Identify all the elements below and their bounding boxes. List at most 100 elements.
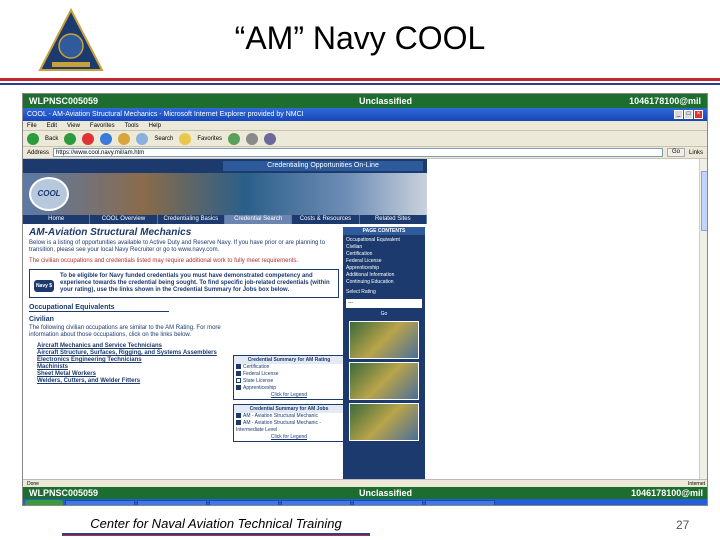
browser-toolbar: Back Search Favorites [23, 131, 707, 147]
minimize-button[interactable]: _ [674, 110, 683, 119]
nav-cool-overview[interactable]: COOL Overview [90, 215, 158, 224]
close-button[interactable]: × [694, 110, 703, 119]
page-contents-item[interactable]: Continuing Education [343, 279, 425, 286]
summary-row: AM - Aviation Structural Mechanic - Inte… [236, 420, 321, 433]
search-icon[interactable] [136, 132, 149, 145]
sailor-photo [349, 403, 419, 441]
page-contents-header: PAGE CONTENTS [343, 227, 425, 235]
nav-home[interactable]: Home [23, 215, 91, 224]
nav-credential-search[interactable]: Credential Search [224, 215, 293, 224]
home-icon[interactable] [118, 132, 131, 145]
summary-row: Certification [234, 364, 344, 371]
select-rating-label: Select Rating [346, 289, 376, 295]
classification-bar-bottom: WLPNSC005059 Unclassified 1046178100@mil [23, 487, 707, 499]
rating-go-button[interactable]: Go [343, 311, 425, 318]
site-banner-strip: Credentialing Opportunities On-Line [23, 159, 427, 173]
favorites-label[interactable]: Favorites [197, 136, 222, 142]
intro-paragraph: Below is a listing of opportunities avai… [29, 240, 326, 253]
rating-legend-link[interactable]: Click for Legend [234, 392, 344, 399]
site-nav-bar: Home COOL Overview Credentialing Basics … [23, 215, 427, 224]
scrollbar-thumb[interactable] [701, 171, 707, 231]
menu-file[interactable]: File [27, 123, 37, 129]
vertical-scrollbar[interactable] [699, 159, 707, 479]
cool-logo: COOL [29, 177, 69, 211]
mail-icon[interactable] [246, 132, 259, 145]
page-number: 27 [676, 518, 690, 532]
classification-user: 1046178100@mil [631, 488, 703, 498]
page-contents-sidebar: PAGE CONTENTS Occupational Equivalent Ci… [343, 227, 425, 479]
page-contents-item[interactable]: Occupational Equivalent [343, 237, 425, 244]
taskbar-item[interactable] [65, 499, 135, 505]
summary-row: Apprenticeship [234, 385, 344, 392]
occupational-equivalents-heading: Occupational Equivalents [29, 304, 169, 312]
page-contents-item[interactable]: Apprenticeship [343, 265, 425, 272]
jobs-summary-header: Credential Summary for AM Jobs [234, 405, 344, 413]
check-icon [236, 364, 241, 370]
status-zone: Internet [688, 480, 705, 487]
summary-row: State License [234, 378, 344, 385]
nav-credentialing-basics[interactable]: Credentialing Basics [158, 215, 225, 224]
status-text: Done [27, 480, 39, 487]
refresh-icon[interactable] [100, 132, 113, 145]
site-banner-photo [23, 173, 427, 215]
browser-title: COOL - AM-Aviation Structural Mechanics … [27, 111, 304, 118]
nav-costs-resources[interactable]: Costs & Resources [292, 215, 360, 224]
maximize-button[interactable]: □ [684, 110, 693, 119]
sailor-photo [349, 362, 419, 400]
taskbar-item[interactable] [137, 499, 207, 505]
taskbar-item[interactable] [209, 499, 279, 505]
summary-row: AM - Aviation Structural Mechanic [234, 413, 344, 420]
history-icon[interactable] [228, 132, 241, 145]
browser-menu-bar: File Edit View Favorites Tools Help [23, 121, 707, 131]
civilian-text: The following civilian occupations are s… [29, 325, 221, 338]
go-button[interactable]: Go [666, 148, 685, 157]
rating-summary-box: Credential Summary for AM Rating Certifi… [233, 355, 345, 400]
rating-summary-header: Credential Summary for AM Rating [234, 356, 344, 364]
credential-summaries: Credential Summary for AM Rating Certifi… [233, 355, 345, 446]
page-contents-item[interactable]: Certification [343, 251, 425, 258]
links-label[interactable]: Links [689, 150, 703, 156]
browser-status-bar: Done Internet [23, 479, 707, 487]
page-contents-item[interactable]: Additional Information [343, 272, 425, 279]
menu-tools[interactable]: Tools [125, 123, 139, 129]
rating-heading: AM-Aviation Structural Mechanics [29, 227, 192, 238]
occupation-link[interactable]: Aircraft Mechanics and Service Technicia… [37, 343, 339, 350]
windows-taskbar [23, 499, 707, 505]
classification-level: Unclassified [359, 96, 413, 106]
address-bar: Address https://www.cool.navy.mil/am.htm… [23, 147, 707, 159]
address-input[interactable]: https://www.cool.navy.mil/am.htm [53, 148, 663, 157]
taskbar-item[interactable] [425, 499, 495, 505]
site-banner-title: Credentialing Opportunities On-Line [223, 161, 423, 171]
check-icon [236, 378, 241, 384]
stop-icon[interactable] [82, 132, 95, 145]
taskbar-item[interactable] [353, 499, 423, 505]
classification-user: 1046178100@mil [629, 96, 701, 106]
jobs-legend-link[interactable]: Click for Legend [234, 434, 344, 441]
page-contents-item[interactable]: Federal License [343, 258, 425, 265]
sailor-photo [349, 321, 419, 359]
nav-related-sites[interactable]: Related Sites [360, 215, 427, 224]
forward-arrow-icon[interactable] [64, 132, 77, 145]
navy-funding-badge: Navy $ [34, 280, 54, 292]
classification-id: WLPNSC005059 [29, 96, 99, 106]
classification-bar-top: WLPNSC005059 Unclassified 1046178100@mil [23, 94, 707, 108]
page-contents-item[interactable]: Civilian [343, 244, 425, 251]
title-rule-red [0, 78, 720, 81]
print-icon[interactable] [264, 132, 277, 145]
rating-select[interactable]: --- [346, 299, 422, 308]
back-label[interactable]: Back [45, 136, 58, 142]
menu-edit[interactable]: Edit [47, 123, 57, 129]
start-button[interactable] [25, 499, 63, 505]
search-label[interactable]: Search [154, 136, 173, 142]
taskbar-item[interactable] [281, 499, 351, 505]
footer-rule [62, 533, 370, 535]
menu-view[interactable]: View [67, 123, 80, 129]
summary-row: Federal License [234, 371, 344, 378]
favorites-star-icon[interactable] [179, 132, 192, 145]
menu-help[interactable]: Help [149, 123, 161, 129]
back-arrow-icon[interactable] [27, 132, 39, 145]
classification-id: WLPNSC005059 [29, 488, 99, 498]
address-label: Address [27, 149, 50, 156]
classification-level: Unclassified [359, 488, 413, 498]
menu-favorites[interactable]: Favorites [90, 123, 115, 129]
